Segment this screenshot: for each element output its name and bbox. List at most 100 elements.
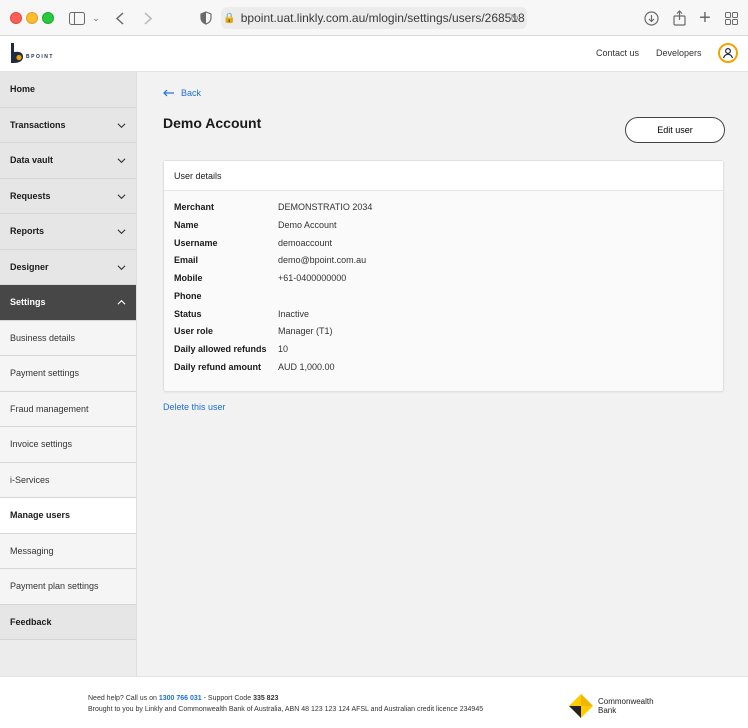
page-title: Demo Account xyxy=(163,115,262,131)
detail-row-merchant: Merchant DEMONSTRATIO 2034 xyxy=(174,200,372,214)
user-details-card: User details Merchant DEMONSTRATIO 2034 … xyxy=(163,160,724,392)
sidebar-item-reports[interactable]: Reports xyxy=(0,214,136,250)
sidebar-toggle-icon[interactable] xyxy=(66,8,88,28)
url-text: bpoint.uat.linkly.com.au/mlogin/settings… xyxy=(240,11,525,25)
delete-user-link[interactable]: Delete this user xyxy=(163,402,226,412)
bank-name-line2: Bank xyxy=(598,706,617,715)
bpoint-logo[interactable]: BPOINT xyxy=(10,42,54,64)
support-phone-link[interactable]: 1300 766 031 xyxy=(159,695,202,702)
support-text: - Support Code xyxy=(203,695,252,702)
logo-text: BPOINT xyxy=(26,54,54,60)
detail-label: Daily allowed refunds xyxy=(174,344,267,354)
detail-row-username: Username demoaccount xyxy=(174,236,332,250)
app-header: BPOINT Contact us Developers xyxy=(0,36,748,72)
chevron-up-icon xyxy=(117,299,126,305)
detail-label: Mobile xyxy=(174,273,203,283)
detail-row-mobile: Mobile +61-0400000000 xyxy=(174,271,346,285)
detail-value: DEMONSTRATIO 2034 xyxy=(278,202,373,212)
sidebar-item-fraud-management[interactable]: Fraud management xyxy=(0,391,136,427)
detail-value: demo@bpoint.com.au xyxy=(278,255,367,265)
sidebar-item-label: Invoice settings xyxy=(10,439,73,450)
chevron-down-icon xyxy=(117,229,126,235)
reload-icon[interactable]: ↻ xyxy=(510,12,519,25)
back-nav-icon[interactable] xyxy=(112,8,128,28)
detail-value: Demo Account xyxy=(278,220,337,230)
sidebar-item-designer[interactable]: Designer xyxy=(0,249,136,285)
developers-link[interactable]: Developers xyxy=(656,48,702,58)
sidebar-item-label: Payment plan settings xyxy=(10,581,99,592)
sidebar-item-label: Fraud management xyxy=(10,403,89,414)
close-window-button[interactable] xyxy=(10,12,22,24)
bank-name-line1: Commonwealth xyxy=(598,697,654,706)
sidebar-item-label: Designer xyxy=(10,261,49,272)
sidebar-item-messaging[interactable]: Messaging xyxy=(0,533,136,569)
detail-row-name: Name Demo Account xyxy=(174,218,337,232)
detail-value: Inactive xyxy=(278,309,310,319)
new-tab-icon[interactable]: + xyxy=(696,7,714,29)
chevron-down-icon xyxy=(117,122,126,128)
help-line: Need help? Call us on 1300 766 031 - Sup… xyxy=(88,695,278,702)
sidebar-item-label: Manage users xyxy=(10,510,71,521)
sidebar-item-label: Home xyxy=(10,84,36,95)
maximize-window-button[interactable] xyxy=(42,12,54,24)
detail-value: AUD 1,000.00 xyxy=(278,362,335,372)
detail-value: demoaccount xyxy=(278,238,333,248)
sidebar-item-label: Transactions xyxy=(10,119,66,130)
sidebar-item-home[interactable]: Home xyxy=(0,72,136,108)
sidebar-item-manage-users[interactable]: Manage users xyxy=(0,498,136,534)
back-link-label: Back xyxy=(181,88,202,98)
sidebar-item-label: Settings xyxy=(10,297,46,308)
sidebar-item-transactions[interactable]: Transactions xyxy=(0,107,136,143)
sidebar-item-label: Data vault xyxy=(10,155,54,166)
arrow-left-icon xyxy=(163,89,174,97)
share-icon[interactable] xyxy=(670,8,688,28)
sidebar-item-feedback[interactable]: Feedback xyxy=(0,604,136,640)
sidebar-item-i-services[interactable]: i-Services xyxy=(0,462,136,498)
sidebar-item-payment-plan-settings[interactable]: Payment plan settings xyxy=(0,569,136,605)
detail-row-daily-allowed-refunds: Daily allowed refunds 10 xyxy=(174,342,288,356)
sidebar-item-label: Requests xyxy=(10,190,51,201)
sidebar-item-business-details[interactable]: Business details xyxy=(0,320,136,356)
sidebar-item-label: i-Services xyxy=(10,474,50,485)
chevron-down-icon xyxy=(117,158,126,164)
detail-row-user-role: User role Manager (T1) xyxy=(174,324,333,338)
address-bar[interactable]: 🔒 bpoint.uat.linkly.com.au/mlogin/settin… xyxy=(221,7,527,29)
download-icon[interactable] xyxy=(642,8,660,28)
detail-label: Name xyxy=(174,220,199,230)
footer: Need help? Call us on 1300 766 031 - Sup… xyxy=(0,676,748,728)
detail-label: Phone xyxy=(174,291,202,301)
tab-overview-icon[interactable] xyxy=(722,8,740,28)
sidebar-item-data-vault[interactable]: Data vault xyxy=(0,143,136,179)
sidebar-item-label: Feedback xyxy=(10,616,52,627)
detail-label: Username xyxy=(174,238,218,248)
detail-row-status: Status Inactive xyxy=(174,307,309,321)
browser-toolbar: ⌄ 🔒 bpoint.uat.linkly.com.au/mlogin/sett… xyxy=(0,0,748,36)
minimize-window-button[interactable] xyxy=(26,12,38,24)
user-avatar-icon[interactable] xyxy=(718,43,738,63)
detail-label: Email xyxy=(174,255,199,265)
sidebar-item-invoice-settings[interactable]: Invoice settings xyxy=(0,427,136,463)
support-code: 335 823 xyxy=(253,695,279,702)
contact-us-link[interactable]: Contact us xyxy=(596,48,639,58)
sidebar-item-label: Business details xyxy=(10,332,76,343)
bpoint-logo-mark xyxy=(10,42,24,64)
forward-nav-icon[interactable] xyxy=(140,8,156,28)
edit-user-button[interactable]: Edit user xyxy=(625,117,725,143)
sidebar-item-settings[interactable]: Settings xyxy=(0,285,136,321)
detail-value: 10 xyxy=(278,344,289,354)
commonwealth-bank-logo-icon[interactable] xyxy=(568,693,594,719)
lock-icon: 🔒 xyxy=(223,12,236,24)
detail-row-daily-refund-amount: Daily refund amount AUD 1,000.00 xyxy=(174,360,335,374)
chevron-down-icon[interactable]: ⌄ xyxy=(90,8,102,28)
sidebar-item-payment-settings[interactable]: Payment settings xyxy=(0,356,136,392)
shield-icon[interactable] xyxy=(198,8,214,28)
back-link[interactable]: Back xyxy=(163,88,201,98)
sidebar-item-label: Reports xyxy=(10,226,45,237)
detail-value: Manager (T1) xyxy=(278,326,333,336)
legal-text: Brought to you by Linkly and Commonwealt… xyxy=(88,706,484,713)
sidebar-item-requests[interactable]: Requests xyxy=(0,178,136,214)
detail-label: User role xyxy=(174,326,214,336)
detail-row-email: Email demo@bpoint.com.au xyxy=(174,253,366,267)
sidebar-nav: Home Transactions Data vault Requests Re… xyxy=(0,72,137,676)
detail-label: Status xyxy=(174,309,202,319)
